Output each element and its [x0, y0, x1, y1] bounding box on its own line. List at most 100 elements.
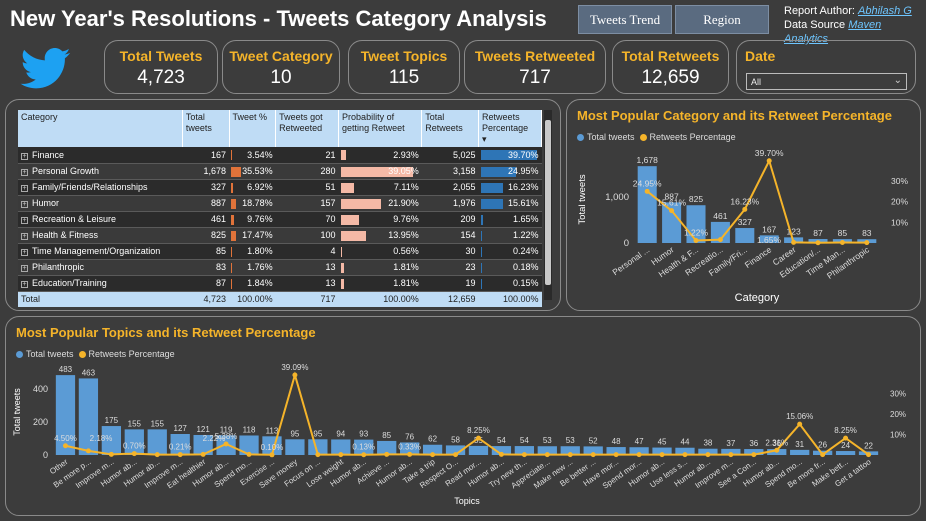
bar-value-label: 53 [543, 436, 552, 445]
cell-value: 16.23% [507, 182, 539, 192]
table-row[interactable]: + Education/Training 87 1.84% 13 1.81% 19 0.15% [18, 275, 542, 292]
data-bar [340, 214, 359, 225]
kpi-value: 12,659 [641, 67, 700, 88]
kpi-label: Tweets Retweeted [474, 48, 596, 64]
table-row[interactable]: + Philanthropic 83 1.76% 13 1.81% 23 0.18% [18, 259, 542, 276]
expand-icon[interactable]: + [21, 217, 28, 224]
data-bar [340, 262, 344, 273]
x-tick-label: Personal ... [610, 244, 651, 277]
y-tick-label: 400 [33, 384, 48, 394]
line-value-label: 0.70% [123, 442, 146, 451]
col-header-tweet-pct[interactable]: Tweet % [229, 110, 277, 147]
tweet-pct-cell: 6.92% [229, 179, 276, 196]
cell-value: 35.53% [242, 166, 273, 176]
rt-pct-cell: 1.22% [478, 227, 542, 244]
bar-value-label: 54 [497, 436, 506, 445]
col-header-total-retweets[interactable]: Total Retweets [421, 110, 480, 147]
line-point [338, 452, 344, 458]
total-tweets-cell: 167 [182, 147, 229, 164]
bar-value-label: 175 [105, 416, 119, 425]
col-header-retweeted[interactable]: Tweets got Retweeted [275, 110, 340, 147]
line-value-label: 0.33% [398, 442, 421, 451]
y-tick-label: 200 [33, 417, 48, 427]
data-bar [480, 262, 482, 273]
kpi-tweets-retweeted: Tweets Retweeted 717 [464, 40, 606, 94]
y-tick-label: 0 [43, 450, 48, 460]
col-header-category[interactable]: Category [18, 110, 183, 147]
tweet-pct-cell: 9.76% [229, 211, 276, 228]
cell-value: 1.84% [247, 278, 273, 288]
table-row[interactable]: + Personal Growth 1,678 35.53% 280 39.05% 3,15… [18, 163, 542, 180]
author-link[interactable]: Abhilash G [858, 5, 912, 17]
bar-value-label: 167 [762, 224, 776, 234]
cell-value: 2.93% [393, 149, 419, 160]
tweets-trend-button[interactable]: Tweets Trend [578, 5, 672, 34]
cell-value: 1.76% [247, 262, 273, 272]
bar-value-label: 155 [151, 419, 165, 428]
line-point [544, 452, 550, 458]
col-header-retweets-pct[interactable]: Retweets Percentage ▾ [478, 110, 542, 147]
line-point [644, 188, 650, 194]
line-value-label: 39.70% [755, 148, 784, 158]
expand-icon[interactable]: + [21, 281, 28, 288]
y-tick-label: 0 [624, 238, 629, 249]
bar-value-label: 31 [795, 440, 804, 449]
y-axis-label: Total tweets [577, 174, 588, 224]
author-label: Report Author: [784, 5, 855, 17]
bar-value-label: 95 [313, 429, 322, 438]
expand-icon[interactable]: + [21, 265, 28, 272]
date-dropdown[interactable]: All ⌄ [746, 73, 907, 90]
cell-value: 6.92% [247, 182, 273, 192]
bar-value-label: 461 [713, 211, 727, 221]
line-point [498, 451, 504, 457]
cell-value: 15.61% [507, 198, 539, 208]
date-dropdown-value: All [751, 77, 762, 87]
total-retweets-cell: 23 [421, 259, 479, 276]
bar-value-label: 44 [681, 438, 690, 447]
kpi-value: 4,723 [137, 67, 185, 88]
col-header-total-tweets[interactable]: Total tweets [182, 110, 230, 147]
line-value-label: 1.22% [684, 227, 709, 237]
total-retweets-cell: 154 [421, 227, 479, 244]
category-chart-title: Most Popular Category and its Retweet Pe… [577, 108, 892, 123]
tweet-pct-cell: 1.84% [229, 275, 276, 292]
category-label: Personal Growth [32, 166, 100, 176]
prob-cell: 9.76% [338, 211, 422, 228]
y2-tick-label: 10% [891, 217, 908, 227]
expand-icon[interactable]: + [21, 169, 28, 176]
retweeted-cell: 13 [275, 259, 339, 276]
line-point [108, 451, 114, 457]
topics-chart-legend: Total tweets Retweets Percentage [16, 349, 175, 359]
table-row[interactable]: + Finance 167 3.54% 21 2.93% 5,025 39.70% [18, 147, 542, 164]
expand-icon[interactable]: + [21, 152, 28, 160]
expand-icon[interactable]: + [21, 249, 28, 256]
region-button[interactable]: Region [675, 5, 769, 34]
table-row[interactable]: + Recreation & Leisure 461 9.76% 70 9.76% 209 1… [18, 211, 542, 228]
y2-tick-label: 30% [891, 176, 908, 186]
line-value-label: 0.13% [352, 443, 375, 452]
bar [468, 445, 489, 455]
table-row[interactable]: + Health & Fitness 825 17.47% 100 13.95% 154 1.… [18, 227, 542, 244]
line-value-label: 0.10% [261, 443, 284, 452]
line-value-label: 0.21% [169, 443, 192, 452]
total-retweeted-cell: 717 [275, 291, 339, 307]
tweet-pct-cell: 3.54% [229, 147, 276, 164]
tweet-pct-cell: 18.78% [229, 195, 276, 212]
bar-value-label: 85 [382, 431, 391, 440]
table-row[interactable]: + Humor 887 18.78% 157 21.90% 1,976 15.61% [18, 195, 542, 212]
line-point [292, 372, 298, 378]
expand-icon[interactable]: + [21, 201, 28, 208]
table-row[interactable]: + Time Management/Organization 85 1.80% 4 0.5… [18, 243, 542, 260]
kpi-label: Tweet Category [229, 48, 333, 64]
bar-value-label: 87 [813, 228, 823, 238]
line-point [717, 237, 723, 243]
total-retweets-cell: 19 [421, 275, 479, 292]
table-scrollbar-thumb[interactable] [545, 120, 551, 285]
col-header-probability[interactable]: Probability of getting Retweet [338, 110, 423, 147]
bar-value-label: 24 [841, 441, 850, 450]
category-cell: + Time Management/Organization [18, 243, 183, 260]
expand-icon[interactable]: + [21, 185, 28, 192]
expand-icon[interactable]: + [21, 233, 28, 240]
table-row[interactable]: + Family/Friends/Relationships 327 6.92% 51 7… [18, 179, 542, 196]
bar-value-label: 483 [59, 365, 73, 374]
